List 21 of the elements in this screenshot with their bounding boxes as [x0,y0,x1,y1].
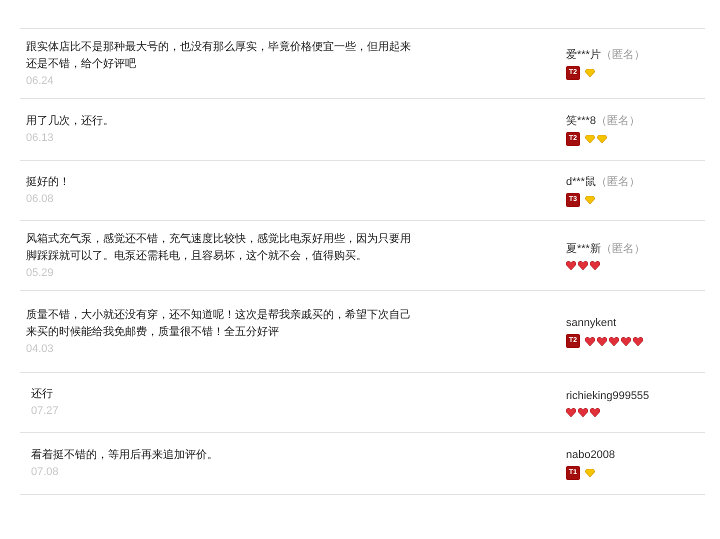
user-name: 笑***8 [566,114,596,129]
user-name: 夏***新 [566,242,601,258]
diamond-icon [585,196,595,204]
user-name: 爱***片 [566,48,601,63]
anonymous-label: （匿名） [600,48,645,63]
diamond-icon [585,469,595,478]
anonymous-label: （匿名） [596,114,640,129]
user-name: nabo2008 [566,448,615,463]
review-text: 还行 [31,387,54,402]
review-text: 用了几次，还行。 [26,114,115,129]
review-text: 质量不错，大小就还没有穿，还不知道呢！这次是帮我亲戚买的，希望下次自己来买的时候能给我免邮费，质量很不错！全五分好评 [26,308,412,340]
diamond-icon [585,69,595,78]
review-text: 看着挺不错的，等用后再来追加评价。 [31,448,219,463]
anonymous-label: （匿名） [596,174,640,190]
anonymous-label: （匿名） [600,242,645,258]
review-text: 风箱式充气泵，感觉还不错，充气速度比较快，感觉比电泵好用些，因为只要用脚踩踩就可以了。电泵还需耗电，且容易坏，这个就不会，值得购买。 [26,232,412,264]
user-name: richieking999555 [566,389,650,404]
review-text: 跟实体店比不是那种最大号的，也没有那么厚实，毕竟价格便宜一些，但用起来还是不错，给个好评吧 [26,40,412,72]
user-name: sannykent [566,316,616,331]
user-name: d***鼠 [566,174,596,190]
review-text: 挺好的！ [26,175,71,190]
